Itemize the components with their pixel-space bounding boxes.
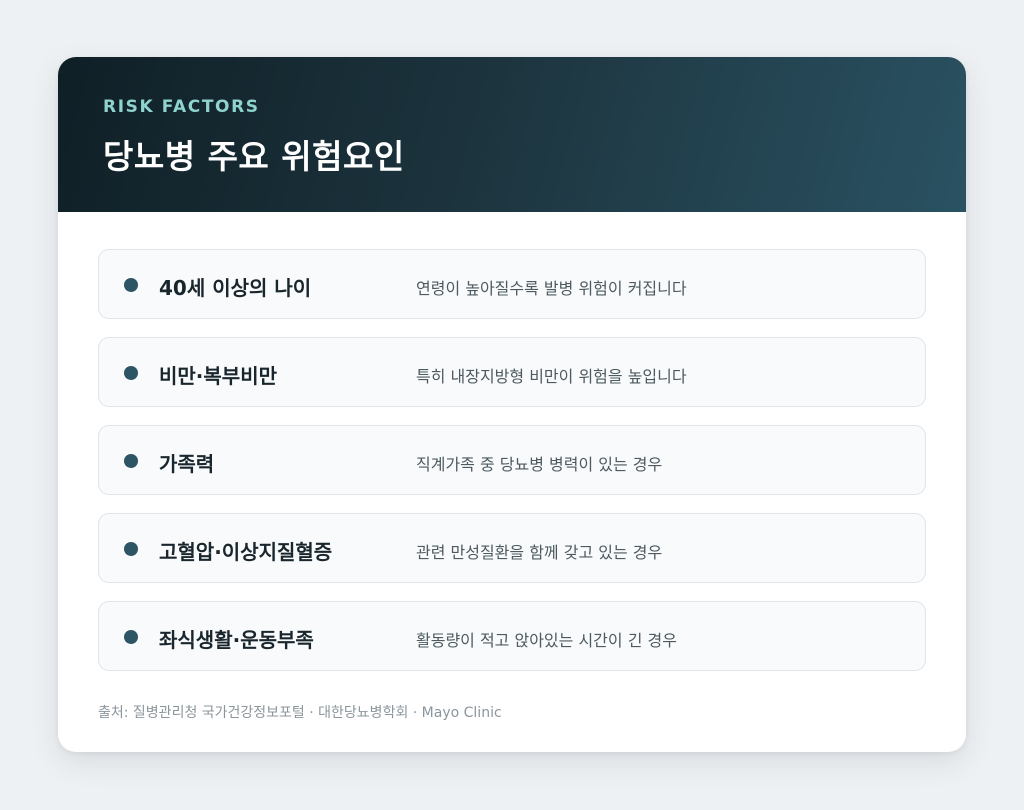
risk-factor-description: 활동량이 적고 앉아있는 시간이 긴 경우	[416, 631, 677, 650]
eyebrow-label: RISK FACTORS	[103, 97, 260, 117]
risk-factor-description: 특히 내장지방형 비만이 위험을 높입니다	[416, 367, 687, 386]
risk-factor-label: 40세 이상의 나이	[159, 276, 312, 300]
card-title: 당뇨병 주요 위험요인	[103, 137, 405, 176]
bullet-dot-icon	[124, 278, 138, 292]
card-header: RISK FACTORS 당뇨병 주요 위험요인	[58, 57, 966, 212]
risk-factor-description: 직계가족 중 당뇨병 병력이 있는 경우	[416, 455, 663, 474]
risk-factor-item: 40세 이상의 나이 연령이 높아질수록 발병 위험이 커집니다	[98, 249, 926, 319]
risk-factor-label: 고혈압·이상지질혈증	[159, 540, 333, 564]
bullet-dot-icon	[124, 630, 138, 644]
bullet-dot-icon	[124, 542, 138, 556]
risk-factor-item: 고혈압·이상지질혈증 관련 만성질환을 함께 갖고 있는 경우	[98, 513, 926, 583]
risk-factor-description: 연령이 높아질수록 발병 위험이 커집니다	[416, 279, 687, 298]
risk-factor-item: 비만·복부비만 특히 내장지방형 비만이 위험을 높입니다	[98, 337, 926, 407]
risk-factor-label: 좌식생활·운동부족	[159, 628, 314, 652]
risk-factors-card: RISK FACTORS 당뇨병 주요 위험요인 40세 이상의 나이 연령이 …	[58, 57, 966, 752]
source-citation: 출처: 질병관리청 국가건강정보포털 · 대한당뇨병학회 · Mayo Clin…	[98, 705, 502, 721]
bullet-dot-icon	[124, 366, 138, 380]
risk-factor-item: 좌식생활·운동부족 활동량이 적고 앉아있는 시간이 긴 경우	[98, 601, 926, 671]
risk-factor-list: 40세 이상의 나이 연령이 높아질수록 발병 위험이 커집니다 비만·복부비만…	[98, 249, 926, 689]
risk-factor-label: 가족력	[159, 452, 215, 476]
bullet-dot-icon	[124, 454, 138, 468]
risk-factor-description: 관련 만성질환을 함께 갖고 있는 경우	[416, 543, 663, 562]
risk-factor-label: 비만·복부비만	[159, 364, 277, 388]
risk-factor-item: 가족력 직계가족 중 당뇨병 병력이 있는 경우	[98, 425, 926, 495]
